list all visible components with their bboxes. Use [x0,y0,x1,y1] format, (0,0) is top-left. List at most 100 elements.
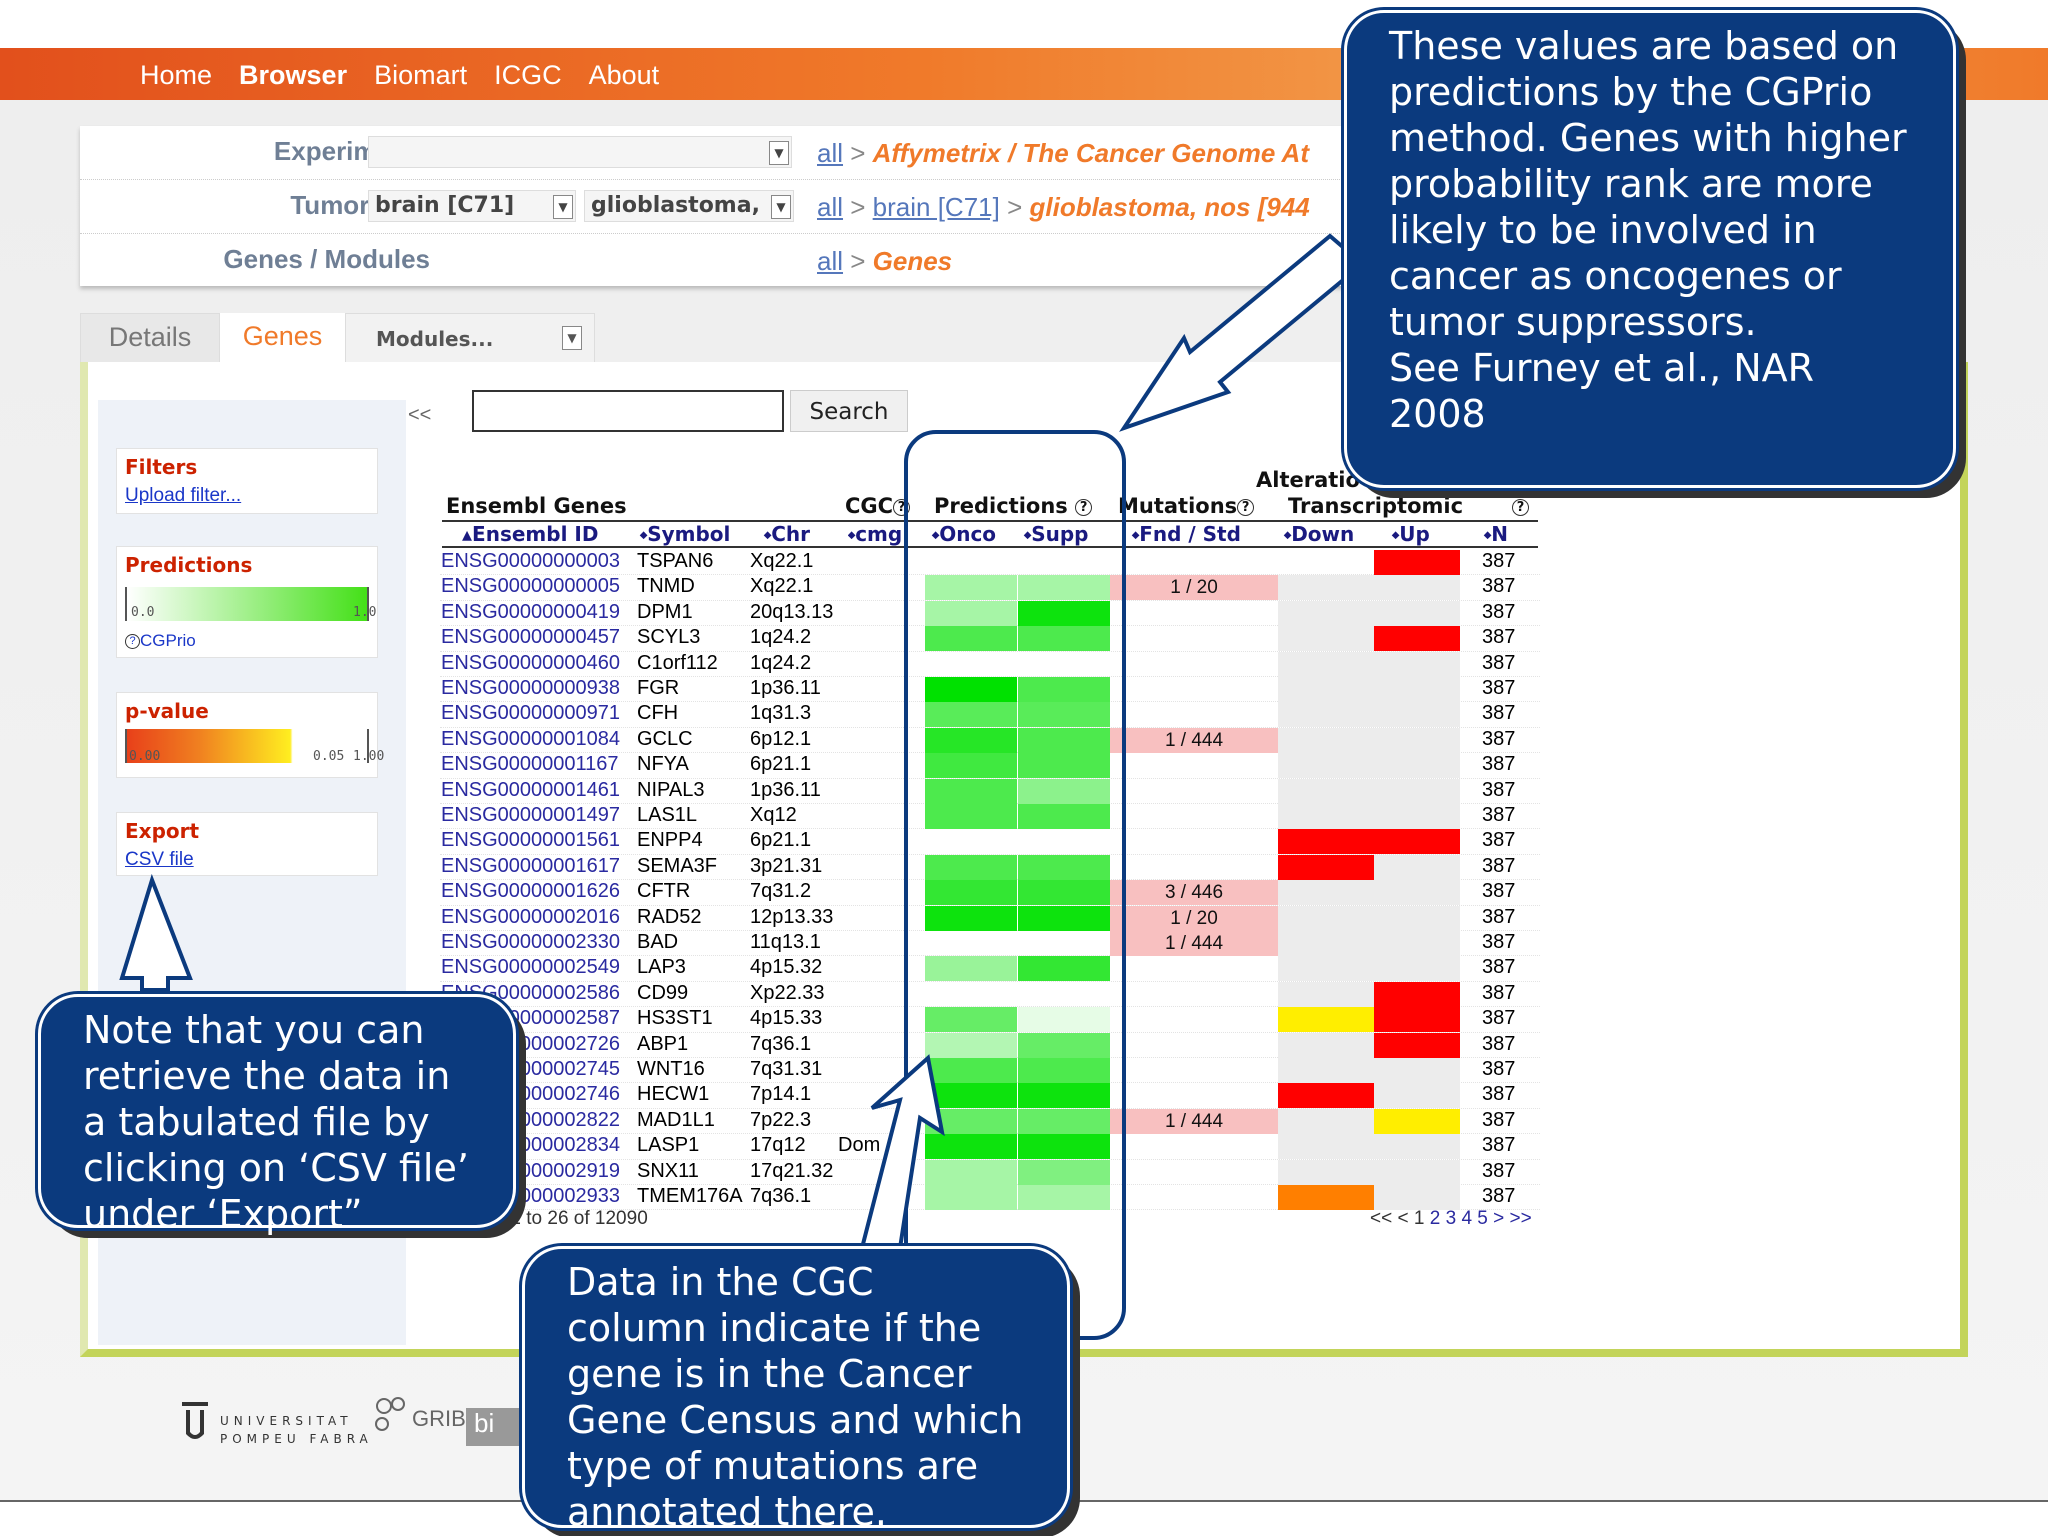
onco-heat-cell[interactable] [925,1058,1017,1083]
mutation-cell[interactable]: 1 / 20 [1110,575,1278,601]
supp-heat-cell[interactable] [1018,778,1110,804]
search-input[interactable] [472,390,784,432]
tab-modules-select[interactable]: Modules... ▼ [345,313,595,363]
page-link[interactable]: 2 [1430,1208,1441,1229]
supp-heat-cell[interactable] [1018,753,1110,779]
onco-heat-cell[interactable] [925,753,1017,779]
supp-heat-cell[interactable] [1018,804,1110,829]
supp-heat-cell[interactable] [1018,956,1110,982]
supp-heat-cell[interactable] [1018,575,1110,601]
down-heat-cell[interactable] [1278,677,1374,702]
supp-heat-cell[interactable] [1018,1108,1110,1134]
up-heat-cell[interactable] [1374,905,1460,931]
nav-about[interactable]: About [589,60,660,91]
down-heat-cell[interactable] [1278,829,1374,855]
help-icon[interactable]: ? [1075,499,1093,516]
col-supp[interactable]: ⬩Supp [1024,522,1088,546]
page-link[interactable]: 4 [1461,1208,1472,1229]
csv-file-link[interactable]: CSV file [125,849,369,871]
crumb-all-link[interactable]: all [817,192,843,222]
nav-icgc[interactable]: ICGC [494,60,562,91]
onco-heat-cell[interactable] [925,1032,1017,1058]
down-heat-cell[interactable] [1278,956,1374,982]
ensembl-id-link[interactable]: ENSG00000002016 [441,906,620,929]
supp-heat-cell[interactable] [1018,1058,1110,1083]
ensembl-id-link[interactable]: ENSG00000000938 [441,677,620,700]
up-heat-cell[interactable] [1374,1083,1460,1109]
nav-home[interactable]: Home [140,60,212,91]
search-button[interactable]: Search [790,390,908,432]
onco-heat-cell[interactable] [925,677,1017,702]
col-chr[interactable]: ⬩Chr [764,522,810,546]
onco-heat-cell[interactable] [925,778,1017,804]
up-heat-cell[interactable] [1374,1134,1460,1160]
up-heat-cell[interactable] [1374,1058,1460,1083]
down-heat-cell[interactable] [1278,1185,1374,1210]
tab-genes[interactable]: Genes [220,313,345,363]
down-heat-cell[interactable] [1278,854,1374,880]
up-heat-cell[interactable] [1374,880,1460,906]
supp-heat-cell[interactable] [1018,727,1110,753]
up-heat-cell[interactable] [1374,651,1460,677]
up-heat-cell[interactable] [1374,575,1460,601]
help-icon[interactable]: ? [1237,499,1255,516]
up-heat-cell[interactable] [1374,626,1460,652]
down-heat-cell[interactable] [1278,981,1374,1007]
onco-heat-cell[interactable] [925,1083,1017,1109]
onco-heat-cell[interactable] [925,854,1017,880]
help-icon[interactable]: ? [1512,494,1529,518]
up-heat-cell[interactable] [1374,677,1460,702]
crumb-all-link[interactable]: all [817,246,843,276]
ensembl-id-link[interactable]: ENSG00000000971 [441,702,620,725]
crumb-all-link[interactable]: all [817,138,843,168]
onco-heat-cell[interactable] [925,905,1017,931]
ensembl-id-link[interactable]: ENSG00000002330 [441,931,620,954]
up-heat-cell[interactable] [1374,550,1460,575]
down-heat-cell[interactable] [1278,931,1374,956]
mutation-cell[interactable]: 1 / 444 [1110,931,1278,956]
col-fnd-std[interactable]: ⬩Fnd / Std [1132,522,1241,546]
supp-heat-cell[interactable] [1018,626,1110,652]
ensembl-id-link[interactable]: ENSG00000001617 [441,855,620,878]
down-heat-cell[interactable] [1278,702,1374,728]
col-onco[interactable]: ⬩Onco [932,522,996,546]
down-heat-cell[interactable] [1278,575,1374,601]
help-icon[interactable]: ? [893,499,911,516]
down-heat-cell[interactable] [1278,1083,1374,1109]
onco-heat-cell[interactable] [925,1134,1017,1160]
down-heat-cell[interactable] [1278,905,1374,931]
down-heat-cell[interactable] [1278,778,1374,804]
onco-heat-cell[interactable] [925,702,1017,728]
col-ensembl-id[interactable]: ▴Ensembl ID [462,522,598,546]
down-heat-cell[interactable] [1278,1007,1374,1033]
up-heat-cell[interactable] [1374,600,1460,626]
supp-heat-cell[interactable] [1018,854,1110,880]
up-heat-cell[interactable] [1374,1108,1460,1134]
supp-heat-cell[interactable] [1018,1032,1110,1058]
col-up[interactable]: ⬩Up [1392,522,1430,546]
onco-heat-cell[interactable] [925,956,1017,982]
ensembl-id-link[interactable]: ENSG00000000003 [441,550,620,573]
onco-heat-cell[interactable] [925,727,1017,753]
upload-filter-link[interactable]: Upload filter... [125,485,369,507]
ensembl-id-link[interactable]: ENSG00000000419 [441,601,620,624]
supp-heat-cell[interactable] [1018,1083,1110,1109]
down-heat-cell[interactable] [1278,1159,1374,1185]
mutation-cell[interactable]: 1 / 444 [1110,727,1278,753]
onco-heat-cell[interactable] [925,575,1017,601]
down-heat-cell[interactable] [1278,880,1374,906]
up-heat-cell[interactable] [1374,727,1460,753]
down-heat-cell[interactable] [1278,753,1374,779]
ensembl-id-link[interactable]: ENSG00000001084 [441,728,620,751]
up-heat-cell[interactable] [1374,981,1460,1007]
tab-details[interactable]: Details [80,313,220,363]
ensembl-id-link[interactable]: ENSG00000000457 [441,626,620,649]
up-heat-cell[interactable] [1374,778,1460,804]
supp-heat-cell[interactable] [1018,1007,1110,1033]
up-heat-cell[interactable] [1374,829,1460,855]
up-heat-cell[interactable] [1374,1032,1460,1058]
up-heat-cell[interactable] [1374,753,1460,779]
onco-heat-cell[interactable] [925,1007,1017,1033]
ensembl-id-link[interactable]: ENSG00000001167 [441,753,619,776]
pager-prev[interactable]: << < [1370,1208,1409,1229]
